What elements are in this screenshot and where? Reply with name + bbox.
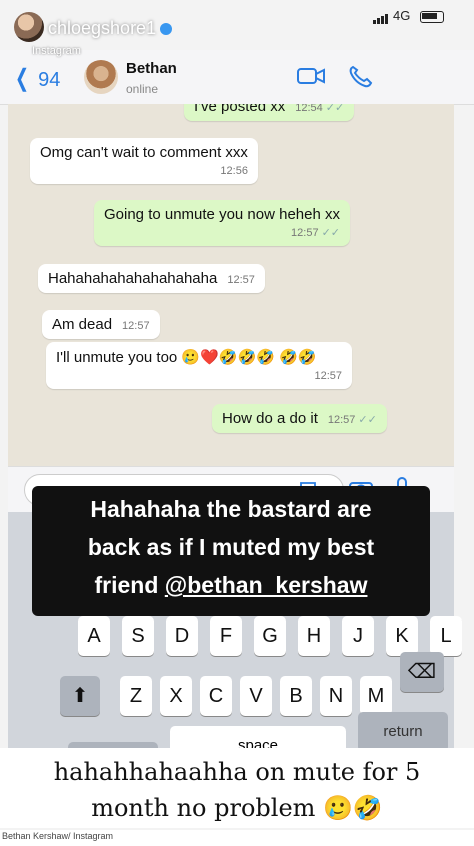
shift-key[interactable]: ⬆ <box>60 676 100 716</box>
chat-area: I've posted xx 12:54 ✓✓ Omg can't wait to … <box>8 104 454 466</box>
chevron-left-icon: ❮ <box>15 65 30 92</box>
signal-icon <box>373 9 389 25</box>
message-bubble[interactable]: Going to unmute you now heheh xx 12:57 ✓✓ <box>94 200 350 246</box>
message-bubble[interactable]: Omg can't wait to comment xxx 12:56 <box>30 138 258 184</box>
mention-link[interactable]: @bethan_kershaw <box>165 572 368 598</box>
key-m[interactable]: M <box>360 676 392 716</box>
status-bar: 4G <box>373 8 444 25</box>
key-b[interactable]: B <box>280 676 312 716</box>
message-bubble[interactable]: Am dead 12:57 <box>42 310 160 339</box>
key-s[interactable]: S <box>122 616 154 656</box>
story-source: Instagram <box>32 45 81 57</box>
backspace-key[interactable]: ⌫ <box>400 652 444 692</box>
bottom-caption: hahahhahaahha on mute for 5 month no pro… <box>0 748 474 828</box>
key-f[interactable]: F <box>210 616 242 656</box>
video-call-icon[interactable] <box>296 64 326 88</box>
story-text-overlay: Hahahaha the bastard are back as if I mu… <box>32 486 430 616</box>
message-bubble[interactable]: I've posted xx 12:54 ✓✓ <box>184 104 355 121</box>
message-bubble[interactable]: I'll unmute you too 🥲❤️🤣🤣🤣 🤣🤣 12:57 <box>46 342 352 389</box>
key-a[interactable]: A <box>78 616 110 656</box>
read-receipt-icon: ✓✓ <box>325 104 345 114</box>
key-h[interactable]: H <box>298 616 330 656</box>
story-screen: chloegshore1 Instagram 4G ❮ 94 Bethan onl… <box>0 0 474 846</box>
key-d[interactable]: D <box>166 616 198 656</box>
key-x[interactable]: X <box>160 676 192 716</box>
verified-badge-icon <box>160 23 173 36</box>
message-bubble[interactable]: How do a do it 12:57 ✓✓ <box>212 404 387 433</box>
network-label: 4G <box>393 8 411 23</box>
key-z[interactable]: Z <box>120 676 152 716</box>
story-header: chloegshore1 Instagram 4G <box>0 0 474 66</box>
back-button[interactable]: ❮ 94 <box>12 64 60 93</box>
photo-credit: Bethan Kershaw/ Instagram <box>0 830 474 846</box>
read-receipt-icon: ✓✓ <box>321 227 340 239</box>
key-g[interactable]: G <box>254 616 286 656</box>
key-v[interactable]: V <box>240 676 272 716</box>
key-j[interactable]: J <box>342 616 374 656</box>
key-n[interactable]: N <box>320 676 352 716</box>
key-k[interactable]: K <box>386 616 418 656</box>
phone-call-icon[interactable] <box>346 64 376 88</box>
story-avatar[interactable] <box>14 12 44 42</box>
key-c[interactable]: C <box>200 676 232 716</box>
read-receipt-icon: ✓✓ <box>358 414 377 426</box>
key-l[interactable]: L <box>430 616 462 656</box>
story-username[interactable]: chloegshore1 <box>48 18 173 39</box>
unread-count: 94 <box>38 69 61 91</box>
contact-status: online <box>126 82 159 96</box>
battery-icon <box>420 10 444 23</box>
return-key[interactable]: return <box>358 712 448 752</box>
message-bubble[interactable]: Hahahahahahahahahaha 12:57 <box>38 264 265 293</box>
